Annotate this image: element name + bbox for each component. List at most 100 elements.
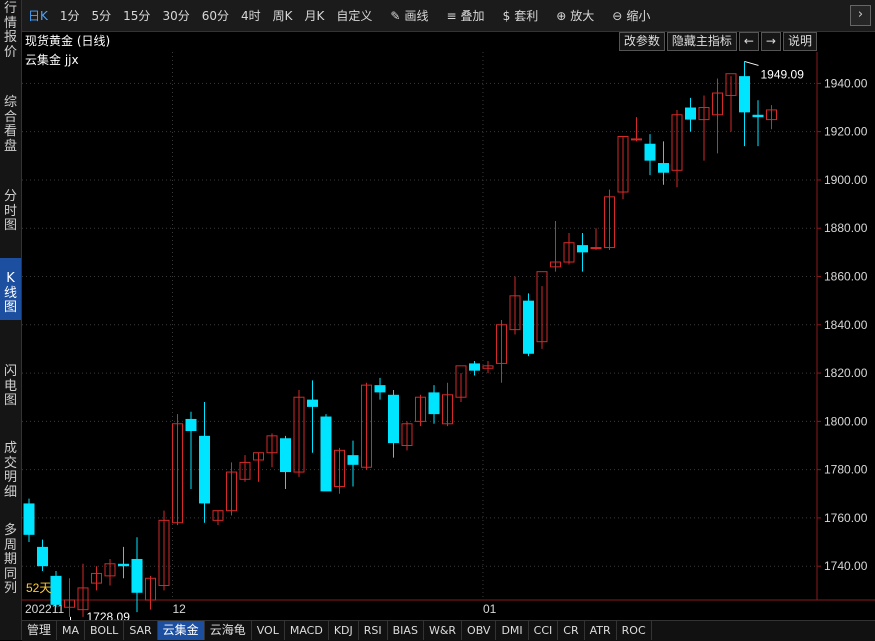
toolbar-item-label: 60分 — [201, 9, 229, 23]
indicator-tab-14[interactable]: CCI — [529, 621, 559, 640]
candle-body-down — [280, 438, 291, 473]
indicator-tab-15[interactable]: CR — [558, 621, 585, 640]
bar-count-label: 52天 — [26, 581, 51, 595]
sidebar-item-0[interactable]: 行情报价 — [0, 1, 21, 72]
toolbar-item-label: 1分 — [59, 9, 80, 23]
candle-body-down — [118, 563, 129, 567]
indicator-tab-11[interactable]: W&R — [424, 621, 463, 640]
indicator-tab-4[interactable]: 云集金 — [157, 621, 205, 640]
indicator-tab-3[interactable]: SAR — [124, 621, 158, 640]
toolbar-item-label: 叠加 — [460, 9, 485, 23]
toolbar-item-8[interactable]: 月K — [305, 7, 325, 24]
high-price-label: 1949.09 — [761, 67, 805, 81]
toolbar-item-label: 自定义 — [336, 9, 373, 23]
indicator-tab-9[interactable]: RSI — [359, 621, 388, 640]
y-tick-label: 1760.00 — [824, 511, 868, 525]
candle-body-down — [37, 546, 48, 567]
y-tick-label: 1880.00 — [824, 221, 868, 235]
candle-body-down — [320, 416, 332, 492]
candle-body-down — [388, 394, 399, 444]
chart-title: 现货黄金 (日线) — [25, 34, 111, 48]
candle-body-down — [428, 392, 440, 415]
toolbar-item-label: 周K — [272, 9, 293, 23]
candle-body-down — [23, 503, 35, 535]
toolbar-item-3[interactable]: 15分 — [123, 7, 150, 24]
indicator-tab-0[interactable]: 管理 — [22, 621, 58, 640]
indicator-tab-10[interactable]: BIAS — [388, 621, 424, 640]
candle-body-down — [50, 575, 62, 605]
candle-body-down — [469, 363, 480, 371]
candle-body-down — [577, 245, 588, 253]
header-button-3[interactable]: → — [760, 32, 781, 51]
candle-body-up — [631, 138, 642, 141]
indicator-tab-12[interactable]: OBV — [462, 621, 497, 640]
candle-body-down — [131, 558, 143, 593]
indicator-tab-16[interactable]: ATR — [585, 621, 617, 640]
sidebar-item-4[interactable]: 闪电图 — [0, 364, 21, 429]
y-tick-label: 1920.00 — [824, 125, 868, 139]
toolbar-item-13[interactable]: ⊕ 放大 — [556, 7, 594, 24]
header-button-4[interactable]: 说明 — [782, 32, 817, 51]
indicator-tab-6[interactable]: VOL — [252, 621, 285, 640]
candle-body-down — [739, 76, 750, 113]
chart-buttons: 改参数 隐藏主指标 ← → 说明 — [617, 32, 817, 51]
toolbar-item-0[interactable]: 日K — [28, 7, 48, 24]
indicator-tab-13[interactable]: DMI — [496, 621, 529, 640]
indicator-tab-2[interactable]: BOLL — [85, 621, 125, 640]
toolbar-item-label: 画线 — [404, 9, 429, 23]
indicator-tab-8[interactable]: KDJ — [329, 621, 359, 640]
sidebar: 行情报价综合看盘分时图 K线图闪电图成交明细多周期同列 — [0, 0, 22, 640]
low-price-label: 1728.09 — [87, 610, 131, 620]
y-tick-label: 1840.00 — [824, 318, 868, 332]
y-tick-label: 1900.00 — [824, 173, 868, 187]
candle-body-down — [199, 435, 210, 504]
sidebar-item-3[interactable]: K线图 — [0, 258, 21, 320]
sidebar-item-2[interactable]: 分时图 — [0, 189, 21, 260]
toolbar-item-7[interactable]: 周K — [273, 7, 293, 24]
header-button-1[interactable]: 隐藏主指标 — [666, 32, 737, 51]
toolbar-item-1[interactable]: 1分 — [60, 7, 80, 24]
toolbar-item-label: 30分 — [162, 9, 190, 23]
candle-body-down — [658, 163, 669, 173]
toolbar: 日K 1分 5分 15分 30分 60分 4时 周K 月K 自定义 ✎ 画线 ≡ 叠加 $ 套利 ⊕ 放大 ⊖ 缩小 … — [22, 0, 875, 32]
toolbar-item-2[interactable]: 5分 — [92, 7, 112, 24]
candle-body-down — [644, 143, 656, 161]
indicator-tab-1[interactable]: MA — [57, 621, 86, 640]
toolbar-item-label: 套利 — [514, 9, 539, 23]
candle-body-down — [752, 114, 764, 118]
indicator-tab-5[interactable]: 云海龟 — [205, 621, 252, 640]
toolbar-item-5[interactable]: 60分 — [202, 7, 229, 24]
header-button-0[interactable]: 改参数 — [618, 32, 665, 51]
toolbar-item-4[interactable]: 30分 — [162, 7, 189, 24]
indicator-tab-7[interactable]: MACD — [285, 621, 329, 640]
pencil-icon: ✎ — [390, 8, 401, 23]
y-tick-label: 1940.00 — [824, 76, 868, 90]
y-tick-label: 1800.00 — [824, 414, 868, 428]
sidebar-item-1[interactable]: 综合看盘 — [0, 95, 21, 166]
toolbar-item-label: 5分 — [91, 9, 112, 23]
money-bag-icon: $ — [502, 8, 511, 23]
sidebar-item-5[interactable]: 成交明细 — [0, 441, 21, 506]
toolbar-item-10[interactable]: ✎ 画线 — [390, 7, 428, 24]
zoom-in-icon: ⊕ — [556, 8, 567, 23]
toolbar-item-9[interactable]: 自定义 — [336, 7, 372, 24]
zoom-out-icon: ⊖ — [612, 8, 623, 23]
toolbar-item-14[interactable]: ⊖ 缩小 — [612, 7, 650, 24]
toolbar-item-label: 缩小 — [626, 9, 651, 23]
chevron-right-icon[interactable]: › — [850, 5, 871, 26]
y-tick-label: 1780.00 — [824, 463, 868, 477]
candle-body-down — [185, 418, 197, 432]
header-button-2[interactable]: ← — [738, 32, 759, 51]
toolbar-item-label: 放大 — [570, 9, 595, 23]
sidebar-item-6[interactable]: 多周期同列 — [0, 523, 21, 599]
candle-body-down — [523, 300, 534, 354]
indicator-tab-17[interactable]: ROC — [617, 621, 652, 640]
toolbar-item-12[interactable]: $ 套利 — [503, 7, 539, 24]
toolbar-item-label: 4时 — [241, 9, 261, 23]
toolbar-item-11[interactable]: ≡ 叠加 — [446, 7, 484, 24]
toolbar-items: 日K 1分 5分 15分 30分 60分 4时 周K 月K 自定义 ✎ 画线 ≡ 叠加 $ 套利 ⊕ 放大 ⊖ 缩小 — [28, 0, 662, 31]
toolbar-item-label: 日K — [28, 9, 48, 23]
candlestick-chart: 1740.00 1760.00 1780.00 1800.00 1820.00 1840.… — [22, 52, 875, 620]
candle-body-down — [374, 385, 386, 393]
toolbar-item-6[interactable]: 4时 — [241, 7, 261, 24]
